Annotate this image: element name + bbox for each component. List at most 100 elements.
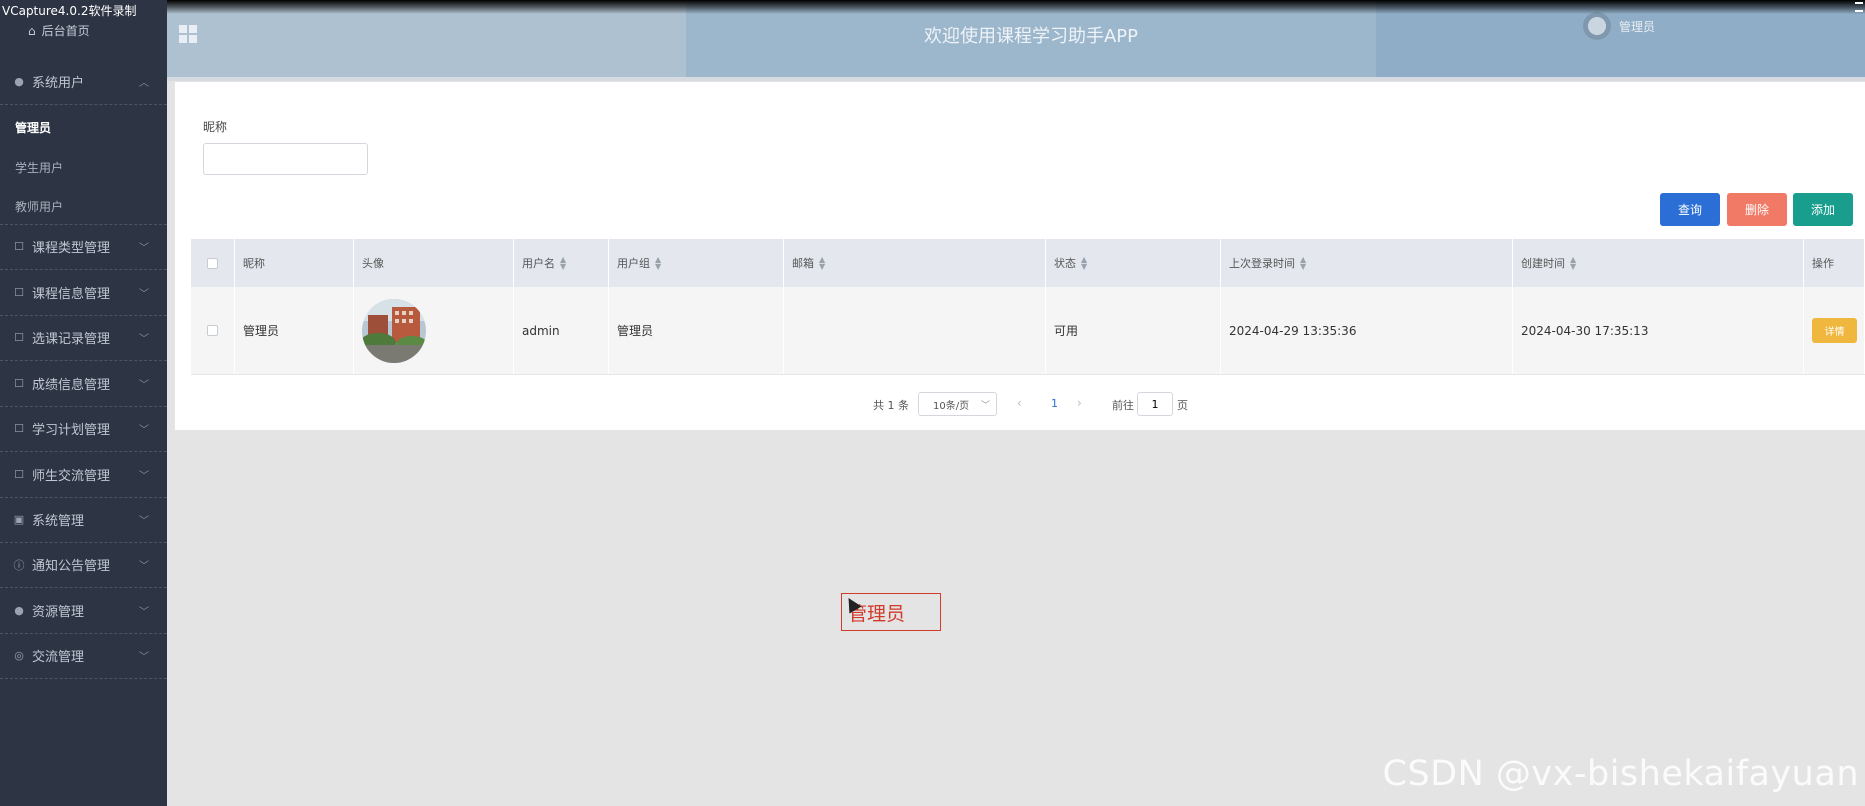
- edit-icon: ☐: [14, 422, 24, 435]
- table-header: 昵称 头像 用户名 ▲ ▼ 用户组 ▲ ▼ 邮箱 ▲ ▼ 状态 ▲ ▼ 上次登录时间 ▲ ▼ 创建时…: [191, 239, 1865, 287]
- sidebar-item-admins[interactable]: 管理员: [15, 119, 51, 136]
- top-header: 欢迎使用课程学习助手APP 管理员: [167, 0, 1865, 77]
- page-size-select[interactable]: 10条/页 ﹀: [918, 392, 997, 416]
- user-icon: ●: [14, 75, 24, 88]
- chevron-down-icon: ﹀: [139, 561, 149, 572]
- sidebar-group-enrollment[interactable]: ☐ 选课记录管理 ﹀: [0, 315, 167, 361]
- pagination: 共 1 条 10条/页 ﹀ ‹ 1 › 前往 页: [175, 392, 1865, 416]
- sidebar-group-resources[interactable]: ● 资源管理 ﹀: [0, 588, 167, 634]
- current-user-name[interactable]: 管理员: [1619, 18, 1655, 35]
- sidebar-item-students[interactable]: 学生用户: [15, 159, 63, 176]
- goto-label: 前往: [1112, 399, 1134, 412]
- goto-page-input[interactable]: [1137, 392, 1173, 416]
- sidebar-group-notices[interactable]: ⓘ 通知公告管理 ﹀: [0, 542, 167, 588]
- chevron-down-icon: ﹀: [980, 400, 990, 411]
- delete-button[interactable]: 删除: [1727, 193, 1787, 226]
- detail-button[interactable]: 详情: [1812, 318, 1857, 343]
- select-all-checkbox[interactable]: [207, 257, 218, 269]
- column-header-actions: 操作: [1804, 239, 1865, 287]
- edit-icon: ☐: [14, 468, 24, 481]
- chevron-up-icon: ︿: [139, 78, 149, 89]
- column-header-email[interactable]: 邮箱 ▲ ▼: [784, 239, 1046, 287]
- sort-icon[interactable]: ▲ ▼: [560, 256, 566, 271]
- sidebar-item-label: 后台首页: [41, 24, 90, 38]
- row-checkbox[interactable]: [207, 325, 218, 336]
- sidebar-item-label: 系统用户: [32, 76, 85, 91]
- sidebar-item-label: 系统管理: [32, 514, 85, 529]
- cell-last-login: 2024-04-29 13:35:36: [1221, 287, 1513, 374]
- query-button[interactable]: 查询: [1660, 193, 1720, 226]
- column-header-status[interactable]: 状态 ▲ ▼: [1046, 239, 1221, 287]
- edit-icon: ☐: [14, 286, 24, 299]
- info-icon: ⓘ: [13, 558, 25, 572]
- nickname-label: 昵称: [203, 120, 228, 134]
- goto-unit-label: 页: [1177, 399, 1188, 412]
- sidebar-item-label: 交流管理: [32, 650, 85, 665]
- nickname-input[interactable]: [203, 143, 368, 175]
- column-header-avatar: 头像: [354, 239, 514, 287]
- sidebar-item-label: 选课记录管理: [32, 332, 111, 347]
- chevron-down-icon: ﹀: [139, 471, 149, 482]
- watermark: CSDN @vx-bishekaifayuan: [1382, 754, 1859, 794]
- sidebar-group-course-types[interactable]: ☐ 课程类型管理 ﹀: [0, 224, 167, 270]
- chevron-down-icon: ﹀: [139, 243, 149, 254]
- column-header-last-login[interactable]: 上次登录时间 ▲ ▼: [1221, 239, 1513, 287]
- sidebar-group-system[interactable]: ▣ 系统管理 ﹀: [0, 497, 167, 543]
- content-panel: 昵称 查询 删除 添加 昵称 头像 用户名 ▲ ▼ 用户组 ▲ ▼ 邮箱 ▲ ▼ 状态 ▲ ▼ …: [175, 82, 1865, 430]
- sort-icon[interactable]: ▲ ▼: [1300, 256, 1306, 271]
- sidebar-item-label: 课程信息管理: [32, 287, 111, 302]
- sort-icon[interactable]: ▲ ▼: [1081, 256, 1087, 271]
- column-header-username[interactable]: 用户名 ▲ ▼: [514, 239, 609, 287]
- sort-icon[interactable]: ▲ ▼: [1570, 256, 1576, 271]
- app-title: 欢迎使用课程学习助手APP: [923, 26, 1139, 47]
- chevron-down-icon: ﹀: [139, 425, 149, 436]
- menu-grid-icon[interactable]: [179, 25, 197, 43]
- sidebar-item-label: 通知公告管理: [32, 559, 111, 574]
- sidebar-item-home[interactable]: ⌂ 后台首页: [28, 22, 90, 39]
- chat-icon: ◎: [14, 649, 24, 662]
- next-page-icon[interactable]: ›: [1077, 396, 1082, 410]
- column-header-group[interactable]: 用户组 ▲ ▼: [609, 239, 784, 287]
- sidebar-item-label: 学习计划管理: [32, 423, 111, 438]
- sidebar: ⌂ 后台首页 ● 系统用户 ︿ 管理员 学生用户 教师用户 ☐ 课程类型管理 ﹀…: [0, 0, 167, 806]
- cell-username: admin: [514, 287, 609, 374]
- location-icon: ●: [14, 604, 24, 617]
- chevron-down-icon: ﹀: [139, 516, 149, 527]
- chevron-down-icon: ﹀: [139, 289, 149, 300]
- sort-icon[interactable]: ▲ ▼: [655, 256, 661, 271]
- image-icon: ▣: [13, 513, 25, 526]
- pagination-total: 共 1 条: [873, 399, 909, 412]
- prev-page-icon[interactable]: ‹: [1017, 396, 1022, 410]
- sidebar-group-communication[interactable]: ◎ 交流管理 ﹀: [0, 633, 167, 679]
- recorder-label: VCapture4.0.2软件录制: [2, 4, 137, 18]
- avatar[interactable]: [1583, 12, 1611, 40]
- cell-email: [784, 287, 1046, 374]
- table-row[interactable]: 管理员 admin 管理员 可用 2024-04-29 13:35:36 202…: [191, 287, 1865, 375]
- edit-icon: ☐: [14, 240, 24, 253]
- chevron-down-icon: ﹀: [139, 607, 149, 618]
- cell-status: 可用: [1046, 287, 1221, 374]
- sidebar-item-label: 课程类型管理: [32, 241, 111, 256]
- sidebar-group-system-users[interactable]: ● 系统用户 ︿: [0, 59, 167, 105]
- edit-icon: ☐: [14, 377, 24, 390]
- page-number[interactable]: 1: [1051, 397, 1058, 410]
- sidebar-group-teacher-student[interactable]: ☐ 师生交流管理 ﹀: [0, 452, 167, 498]
- chevron-down-icon: ﹀: [139, 652, 149, 663]
- cell-nickname: 管理员: [235, 287, 354, 374]
- cell-created: 2024-04-30 17:35:13: [1513, 287, 1804, 374]
- cell-group: 管理员: [609, 287, 784, 374]
- sidebar-item-label: 资源管理: [32, 605, 85, 620]
- sidebar-item-label: 师生交流管理: [32, 469, 111, 484]
- window-control-icon: [1855, 2, 1863, 12]
- add-button[interactable]: 添加: [1793, 193, 1853, 226]
- chevron-down-icon: ﹀: [139, 334, 149, 345]
- sidebar-item-label: 成绩信息管理: [32, 378, 111, 393]
- sidebar-group-study-plan[interactable]: ☐ 学习计划管理 ﹀: [0, 406, 167, 452]
- column-header-nickname: 昵称: [235, 239, 354, 287]
- sidebar-group-course-info[interactable]: ☐ 课程信息管理 ﹀: [0, 270, 167, 316]
- sidebar-item-teachers[interactable]: 教师用户: [15, 198, 63, 215]
- home-icon: ⌂: [28, 23, 36, 38]
- column-header-created[interactable]: 创建时间 ▲ ▼: [1513, 239, 1804, 287]
- sort-icon[interactable]: ▲ ▼: [819, 256, 825, 271]
- sidebar-group-grades[interactable]: ☐ 成绩信息管理 ﹀: [0, 361, 167, 407]
